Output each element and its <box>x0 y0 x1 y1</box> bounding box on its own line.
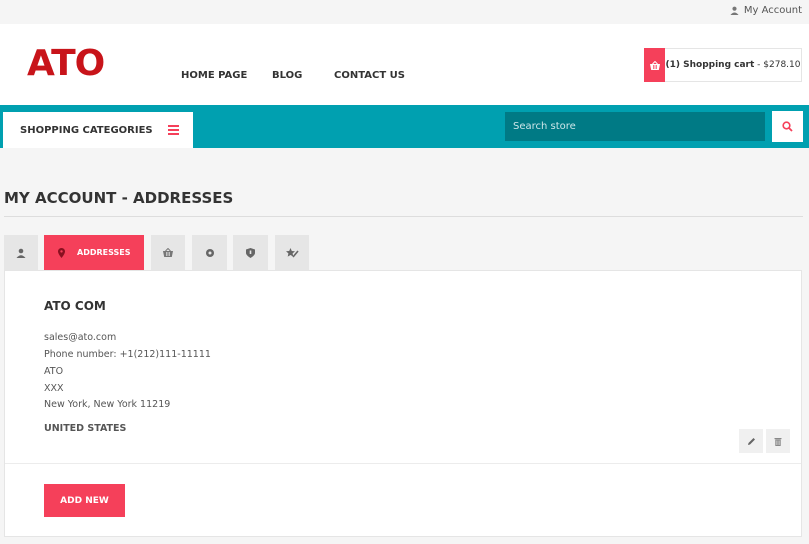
cart-count: (1) Shopping cart <box>665 60 755 70</box>
tab-addresses[interactable]: ADDRESSES <box>44 235 144 270</box>
tab-addresses-label: ADDRESSES <box>77 248 131 257</box>
gear-icon <box>205 248 214 257</box>
tab-security[interactable] <box>233 235 268 270</box>
my-account-label: My Account <box>743 5 802 16</box>
nav-contact-us[interactable]: CONTACT US <box>334 70 405 81</box>
panel-divider <box>5 463 801 464</box>
basket-icon <box>644 48 665 82</box>
shield-icon <box>246 247 255 258</box>
top-bar <box>0 0 809 24</box>
hamburger-icon <box>168 125 179 135</box>
shopping-categories-label: SHOPPING CATEGORIES <box>20 124 153 136</box>
tab-settings[interactable] <box>192 235 227 270</box>
edit-address-button[interactable] <box>739 429 763 453</box>
pencil-icon <box>747 437 755 445</box>
address-phone: Phone number: +1(212)111-11111 <box>44 349 211 360</box>
title-divider <box>4 216 803 217</box>
shopping-cart-button[interactable]: (1) Shopping cart - $278.10 <box>644 48 802 82</box>
logo[interactable]: ATO <box>27 44 105 84</box>
address-country: UNITED STATES <box>44 423 127 434</box>
cart-separator: - <box>754 60 764 70</box>
address-company: ATO <box>44 366 64 377</box>
nav-blog[interactable]: BLOG <box>272 70 302 81</box>
tab-reviews[interactable] <box>275 235 309 270</box>
shopping-categories-button[interactable]: SHOPPING CATEGORIES <box>3 112 193 148</box>
search-input[interactable] <box>505 112 765 141</box>
my-account-link[interactable]: My Account <box>730 5 802 16</box>
address-city: New York, New York 11219 <box>44 399 171 410</box>
delete-address-button[interactable] <box>766 429 790 453</box>
user-icon <box>730 6 739 15</box>
tab-customer-info[interactable] <box>4 235 38 270</box>
star-edit-icon <box>285 247 299 258</box>
address-name: ATO COM <box>44 299 106 313</box>
address-street: XXX <box>44 383 64 394</box>
search-icon <box>782 121 793 132</box>
tab-orders[interactable] <box>151 235 185 270</box>
user-icon <box>16 248 26 258</box>
nav-home-page[interactable]: HOME PAGE <box>181 70 247 81</box>
cart-total: $278.10 <box>763 60 801 70</box>
map-pin-icon <box>58 247 65 258</box>
add-new-button[interactable]: ADD NEW <box>44 484 125 517</box>
page-title: MY ACCOUNT - ADDRESSES <box>4 189 234 207</box>
basket-icon <box>163 248 173 257</box>
search-button[interactable] <box>772 111 803 142</box>
trash-icon <box>774 437 782 446</box>
address-email: sales@ato.com <box>44 332 117 343</box>
